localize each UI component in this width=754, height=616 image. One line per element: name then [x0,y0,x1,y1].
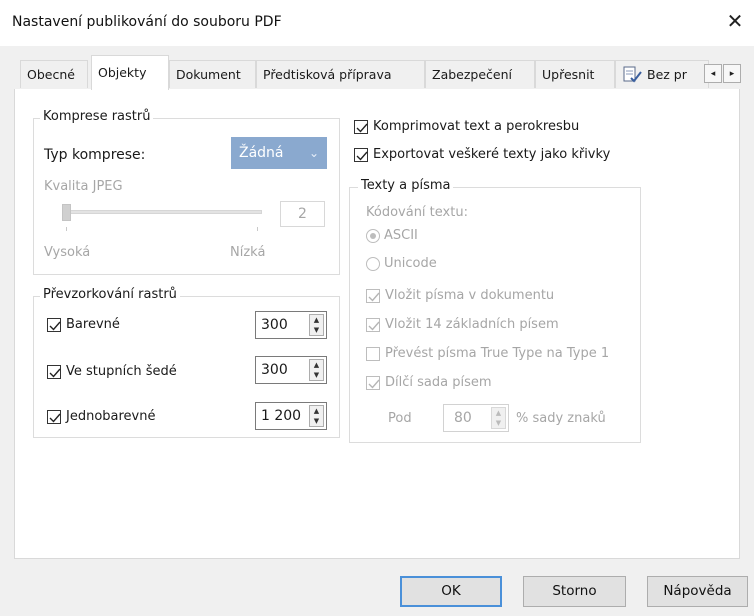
subset-under-label: Pod [388,411,412,426]
compress-text-label: Komprimovat text a perokresbu [373,119,580,134]
resample-gray-label: Ve stupních šedé [66,364,177,379]
export-curves-checkbox[interactable] [354,148,368,162]
resample-mono-value: 1 200 [261,408,302,424]
spin-up-icon[interactable]: ▲ [310,315,323,325]
resample-gray-checkbox[interactable] [47,365,61,379]
close-icon[interactable]: ✕ [722,8,748,34]
compress-text-checkbox[interactable] [354,120,368,134]
spin-down-icon[interactable]: ▼ [310,416,323,426]
jpeg-quality-label: Kvalita JPEG [44,179,123,194]
resample-gray-value: 300 [261,362,288,378]
spin-up-icon[interactable]: ▲ [310,360,323,370]
subset-label: Dílčí sada písem [385,375,492,390]
subset-suffix-label: % sady znaků [516,411,606,426]
compression-type-label: Typ komprese: [44,147,146,163]
slider-tick-max [257,227,258,231]
tab-bez-preflight[interactable]: Bez pr [615,60,709,88]
spin-down-icon[interactable]: ▼ [310,325,323,335]
resample-color-checkbox[interactable] [47,318,61,332]
fonts-legend: Texty a písma [358,178,454,193]
window-title: Nastavení publikování do souboru PDF [12,14,282,30]
tab-objekty[interactable]: Objekty [91,55,169,90]
tab-scroll-left-icon[interactable]: ◂ [704,64,722,83]
ok-button[interactable]: OK [400,576,502,607]
tab-predtiskova-priprava[interactable]: Předtisková příprava [256,60,425,88]
resample-color-label: Barevné [66,317,120,332]
subset-threshold-value: 80 [454,410,472,426]
encoding-ascii-radio[interactable] [366,229,380,243]
jpeg-quality-value[interactable]: 2 [280,201,325,227]
embed-14-checkbox[interactable] [366,318,380,332]
export-curves-label: Exportovat veškeré texty jako křivky [373,147,611,162]
encoding-ascii-label: ASCII [384,228,418,243]
resampling-legend: Převzorkování rastrů [40,287,180,302]
resample-mono-checkbox[interactable] [47,410,61,424]
slider-tick-min [66,227,67,231]
encoding-label: Kódování textu: [366,205,468,220]
spin-down-icon[interactable]: ▼ [492,418,505,428]
compression-legend: Komprese rastrů [40,109,154,124]
report-check-icon [623,66,642,83]
tab-zabezpeceni[interactable]: Zabezpečení [425,60,535,88]
cancel-button[interactable]: Storno [523,576,626,607]
jpeg-quality-slider-track[interactable] [62,210,262,214]
spin-up-icon[interactable]: ▲ [310,406,323,416]
tab-bez-label: Bez pr [647,67,687,82]
chevron-down-icon: ⌄ [308,146,319,160]
compression-type-value: Žádná [239,145,284,161]
spin-down-icon[interactable]: ▼ [310,370,323,380]
convert-truetype-checkbox[interactable] [366,347,380,361]
tab-scroll-right-icon[interactable]: ▸ [723,64,741,83]
subset-checkbox[interactable] [366,376,380,390]
help-button[interactable]: Nápověda [647,576,748,607]
tab-upresnit[interactable]: Upřesnit [535,60,615,88]
resample-color-stepper[interactable]: 300 ▲ ▼ [255,311,327,339]
embed-fonts-checkbox[interactable] [366,289,380,303]
convert-truetype-label: Převést písma True Type na Type 1 [385,346,610,361]
spin-up-icon[interactable]: ▲ [492,408,505,418]
slider-max-label: Nízká [230,245,266,260]
compression-type-dropdown[interactable]: Žádná ⌄ [231,137,327,169]
embed-fonts-label: Vložit písma v dokumentu [385,288,555,303]
slider-min-label: Vysoká [44,245,91,260]
encoding-unicode-radio[interactable] [366,257,380,271]
embed-14-label: Vložit 14 základních písem [385,317,559,332]
resample-mono-stepper[interactable]: 1 200 ▲ ▼ [255,402,327,430]
jpeg-quality-slider-thumb[interactable] [62,204,71,221]
resample-mono-label: Jednobarevné [66,409,156,424]
encoding-unicode-label: Unicode [384,256,437,271]
resample-color-value: 300 [261,317,288,333]
tab-obecne[interactable]: Obecné [20,60,88,88]
resample-gray-stepper[interactable]: 300 ▲ ▼ [255,356,327,384]
tab-dokument[interactable]: Dokument [169,60,256,88]
subset-threshold-stepper[interactable]: 80 ▲ ▼ [443,404,509,432]
